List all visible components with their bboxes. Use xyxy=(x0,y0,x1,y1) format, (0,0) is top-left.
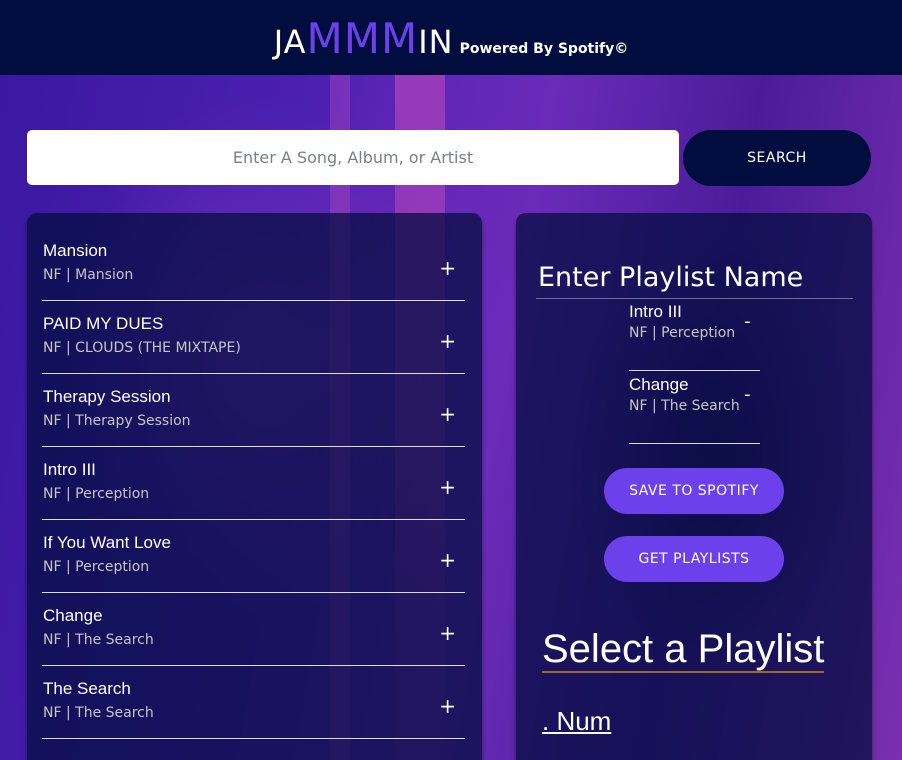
track-artist-album: NF | The Search xyxy=(43,632,154,648)
track-artist-album: NF | CLOUDS (THE MIXTAPE) xyxy=(43,340,241,356)
track-name: Change xyxy=(629,375,689,394)
add-track-button[interactable]: + xyxy=(439,696,456,716)
remove-track-button[interactable]: - xyxy=(744,313,751,331)
add-track-button[interactable]: + xyxy=(439,258,456,278)
track-name: Therapy Session xyxy=(43,387,171,406)
playlist-name-input[interactable] xyxy=(536,257,853,299)
track-row: Change NF | The Search + xyxy=(42,593,465,666)
playlist-panel: Intro III NF | Perception - Change NF | … xyxy=(516,213,872,760)
playlist-track-row: Intro III NF | Perception - xyxy=(629,298,760,371)
search-button[interactable]: SEARCH xyxy=(683,130,871,186)
track-row: PAID MY DUES NF | CLOUDS (THE MIXTAPE) + xyxy=(42,301,465,374)
track-name: Change xyxy=(43,606,103,625)
track-artist-album: NF | Mansion xyxy=(43,267,134,283)
track-name: Intro III xyxy=(629,302,682,321)
track-name: PAID MY DUES xyxy=(43,314,164,333)
track-artist-album: NF | Perception xyxy=(43,486,150,502)
app-header: JAMMMIN Powered By Spotify© xyxy=(0,0,902,75)
save-to-spotify-button[interactable]: SAVE TO SPOTIFY xyxy=(604,468,784,514)
add-track-button[interactable]: + xyxy=(439,404,456,424)
search-results-panel: Mansion NF | Mansion + PAID MY DUES NF |… xyxy=(27,213,482,760)
playlist-link[interactable]: . Num xyxy=(542,706,611,737)
track-artist-album: NF | Therapy Session xyxy=(43,413,191,429)
track-artist-album: NF | The Search xyxy=(43,705,154,721)
add-track-button[interactable]: + xyxy=(439,550,456,570)
track-artist-album: NF | The Search xyxy=(629,398,740,414)
brand: JAMMMIN Powered By Spotify© xyxy=(274,14,629,63)
track-artist-album: NF | Perception xyxy=(629,325,736,341)
app-logo: JAMMMIN xyxy=(273,14,454,63)
track-row: The Search NF | The Search + xyxy=(42,666,465,739)
track-row: Mansion NF | Mansion + xyxy=(42,228,465,301)
track-artist-album: NF | Perception xyxy=(43,559,150,575)
add-track-button[interactable]: + xyxy=(439,623,456,643)
powered-by-label: Powered By Spotify© xyxy=(459,41,629,57)
add-track-button[interactable]: + xyxy=(439,331,456,351)
track-row: Therapy Session NF | Therapy Session + xyxy=(42,374,465,447)
track-name: If You Want Love xyxy=(43,533,171,552)
playlist-track-row: Change NF | The Search - xyxy=(629,371,760,444)
track-row: If You Want Love NF | Perception + xyxy=(42,520,465,593)
get-playlists-button[interactable]: GET PLAYLISTS xyxy=(604,536,784,582)
track-row: Intro III NF | Perception + xyxy=(42,447,465,520)
add-track-button[interactable]: + xyxy=(439,477,456,497)
track-name: Intro III xyxy=(43,460,96,479)
search-bar: SEARCH xyxy=(27,130,871,186)
search-input[interactable] xyxy=(27,130,679,185)
remove-track-button[interactable]: - xyxy=(744,386,751,404)
select-playlist-heading: Select a Playlist xyxy=(542,627,825,673)
track-name: The Search xyxy=(43,679,131,698)
track-name: Mansion xyxy=(43,241,108,260)
